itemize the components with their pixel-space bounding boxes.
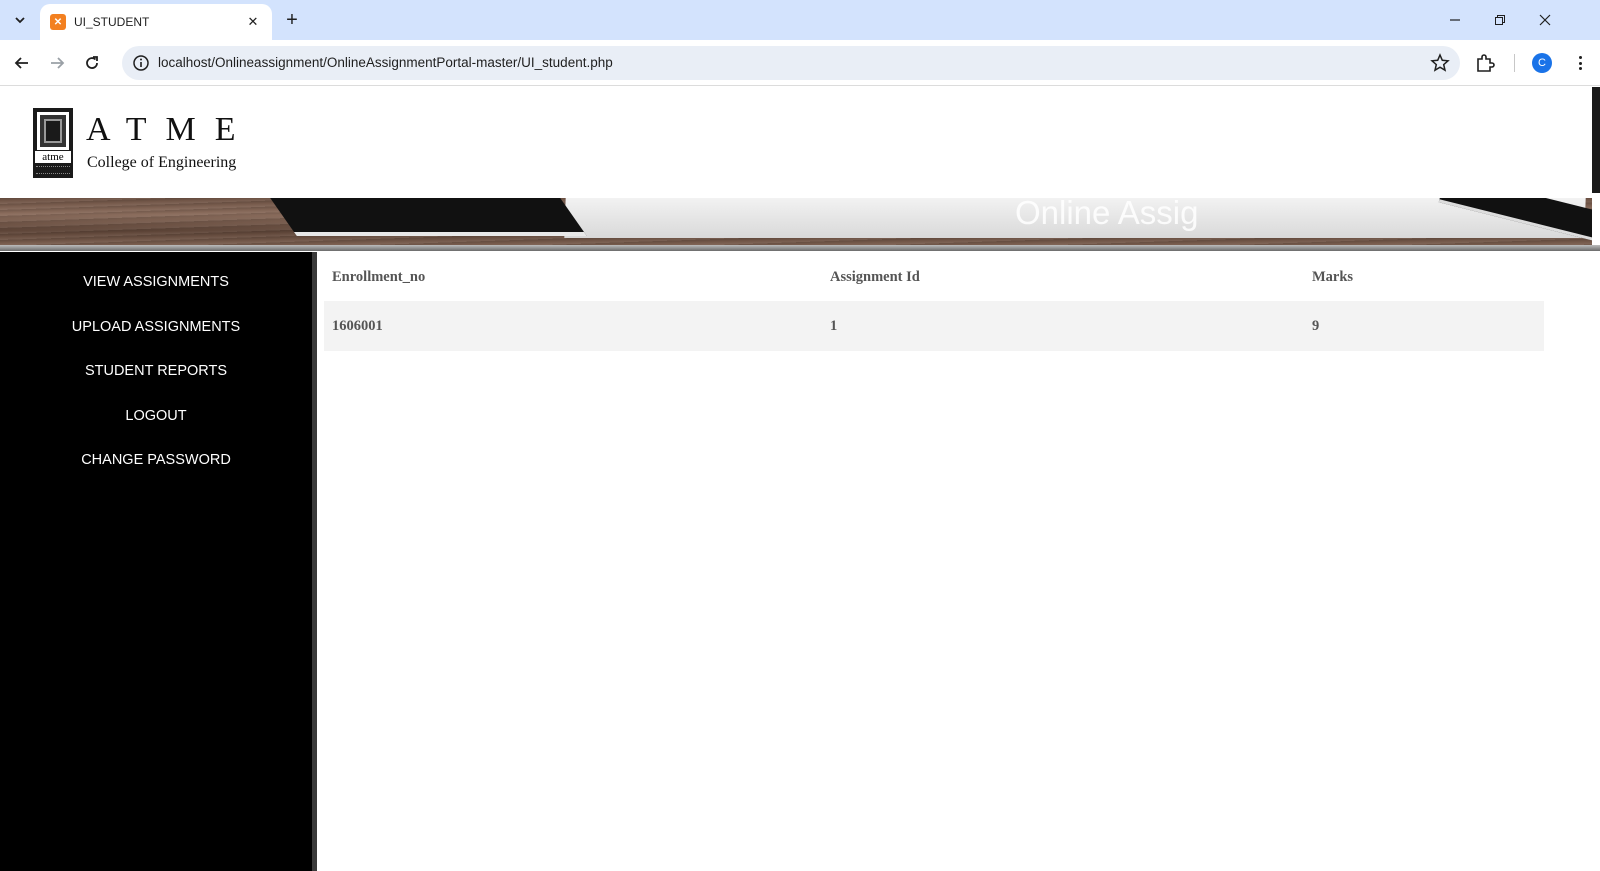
table-row: 1606001 1 9 xyxy=(324,301,1544,351)
column-header-assignment-id: Assignment Id xyxy=(830,268,920,285)
arrow-right-icon xyxy=(51,57,65,69)
close-icon xyxy=(1539,14,1551,26)
scrollbar[interactable] xyxy=(1592,87,1600,193)
table-header-row: Enrollment_no Assignment Id Marks xyxy=(324,253,1544,301)
browser-tab-strip: ✕ UI_STUDENT ✕ + xyxy=(0,0,1600,40)
tab-search-button[interactable] xyxy=(8,8,32,32)
close-window-button[interactable] xyxy=(1530,6,1560,34)
profile-avatar[interactable]: C xyxy=(1532,53,1552,73)
tab-title: UI_STUDENT xyxy=(74,15,150,29)
chevron-down-icon xyxy=(15,17,25,24)
close-tab-icon[interactable]: ✕ xyxy=(244,13,262,31)
back-button[interactable] xyxy=(8,49,36,77)
xampp-icon: ✕ xyxy=(50,14,66,30)
restore-button[interactable] xyxy=(1485,6,1515,34)
logo-title: ATME xyxy=(86,111,255,148)
address-bar[interactable]: localhost/Onlineassignment/OnlineAssignm… xyxy=(122,46,1460,80)
reload-icon xyxy=(86,56,98,69)
extensions-icon[interactable] xyxy=(1474,52,1496,74)
logo-emblem-word: atme xyxy=(35,151,71,163)
column-header-marks: Marks xyxy=(1312,268,1354,285)
sidebar-item-view-assignments[interactable]: VIEW ASSIGNMENTS xyxy=(0,274,312,290)
column-header-enrollment: Enrollment_no xyxy=(332,268,426,285)
sidebar-item-student-reports[interactable]: STUDENT REPORTS xyxy=(0,363,312,379)
cell-enrollment-no: 1606001 xyxy=(324,301,822,351)
browser-toolbar: localhost/Onlineassignment/OnlineAssignm… xyxy=(0,40,1600,86)
new-tab-button[interactable]: + xyxy=(280,8,304,32)
cell-marks: 9 xyxy=(1304,301,1544,351)
more-menu-icon[interactable] xyxy=(1570,52,1590,74)
sidebar-nav: VIEW ASSIGNMENTS UPLOAD ASSIGNMENTS STUD… xyxy=(0,252,317,871)
atme-logo-emblem: atme xyxy=(33,108,73,178)
toolbar-divider xyxy=(1514,54,1515,72)
banner-divider xyxy=(0,245,1600,251)
site-info-icon[interactable] xyxy=(132,54,150,72)
logo-subtitle: College of Engineering xyxy=(87,154,237,171)
arrow-left-icon xyxy=(14,57,28,69)
header-banner: Online Assig xyxy=(0,198,1592,245)
page-viewport: atme ATME College of Engineering Online … xyxy=(0,87,1600,871)
sidebar-item-change-password[interactable]: CHANGE PASSWORD xyxy=(0,452,312,468)
minimize-icon xyxy=(1450,19,1460,21)
cell-assignment-id: 1 xyxy=(822,301,1304,351)
banner-title: Online Assig xyxy=(1015,198,1199,231)
sidebar-item-upload-assignments[interactable]: UPLOAD ASSIGNMENTS xyxy=(0,319,312,335)
forward-button[interactable] xyxy=(43,49,71,77)
reload-button[interactable] xyxy=(78,49,106,77)
browser-tab-active[interactable]: ✕ UI_STUDENT ✕ xyxy=(40,4,272,40)
sidebar-item-logout[interactable]: LOGOUT xyxy=(0,408,312,424)
student-report-table: Enrollment_no Assignment Id Marks 160600… xyxy=(324,253,1544,351)
bookmark-star-icon[interactable] xyxy=(1430,53,1450,73)
minimize-button[interactable] xyxy=(1440,6,1470,34)
restore-icon xyxy=(1495,15,1505,25)
url-text[interactable]: localhost/Onlineassignment/OnlineAssignm… xyxy=(158,55,613,70)
